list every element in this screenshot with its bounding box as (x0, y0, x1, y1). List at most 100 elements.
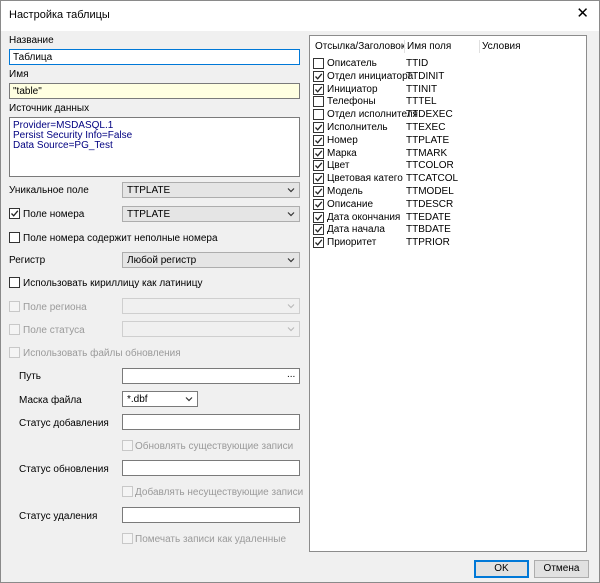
list-item[interactable]: Номер TTPLATE (310, 134, 586, 147)
window-title: Настройка таблицы (9, 9, 110, 21)
row-title: Отдел исполнителя (327, 109, 418, 121)
check-icon (315, 73, 323, 80)
check-icon (315, 239, 323, 246)
update-status-input[interactable] (122, 460, 300, 476)
row-field-name: TTDINIT (406, 70, 445, 82)
alias-label: Имя (9, 69, 29, 80)
update-files-label: Использовать файлы обновления (23, 348, 181, 359)
add-status-input[interactable] (122, 414, 300, 430)
row-title: Модель (327, 186, 363, 197)
check-icon (315, 213, 323, 221)
column-header-field[interactable]: Имя поля (407, 41, 451, 52)
row-checkbox[interactable] (313, 134, 324, 146)
column-divider (479, 40, 480, 53)
check-icon (315, 137, 323, 144)
row-title: Цвет (327, 160, 350, 172)
cancel-button[interactable]: Отмена (534, 560, 589, 578)
list-item[interactable]: Отдел инициатора TTDINIT (310, 70, 586, 83)
dialog-window: Настройка таблицы ✕ Название Таблица Имя… (0, 0, 600, 583)
mask-select[interactable]: *.dbf (122, 391, 198, 407)
region-label: Поле региона (23, 302, 87, 313)
name-label: Название (9, 35, 54, 46)
alias-input[interactable]: "table" (9, 83, 300, 99)
row-checkbox[interactable] (313, 83, 324, 95)
path-input[interactable] (122, 368, 300, 384)
row-field-name: TTBDATE (406, 224, 451, 236)
row-title: Описание (327, 198, 374, 210)
number-field-label: Поле номера (23, 209, 85, 220)
list-item[interactable]: Инициатор TTINIT (310, 83, 586, 96)
list-item[interactable]: Цвет TTCOLOR (310, 159, 586, 172)
list-item[interactable]: Отдел исполнителя TTDEXEC (310, 108, 586, 121)
delete-status-label: Статус удаления (19, 511, 98, 522)
register-label: Регистр (9, 255, 46, 266)
chevron-down-icon (185, 397, 193, 402)
list-item[interactable]: Марка TTMARK (310, 147, 586, 160)
list-item[interactable]: Исполнитель TTEXEC (310, 121, 586, 134)
row-title: Цветовая катего (327, 173, 403, 185)
row-title: Отдел инициатора (327, 70, 414, 82)
row-checkbox[interactable] (313, 70, 324, 82)
row-checkbox[interactable] (313, 211, 324, 223)
register-select[interactable]: Любой регистр (122, 252, 300, 268)
name-input[interactable]: Таблица (9, 49, 300, 65)
number-field-select[interactable]: TTPLATE (122, 206, 300, 222)
row-field-name: TTEDATE (406, 211, 451, 223)
fields-list[interactable]: Отсылка/Заголовок Имя поля Условия Описа… (309, 35, 587, 552)
list-item[interactable]: Дата окончания TTEDATE (310, 211, 586, 224)
datasource-textarea[interactable]: Provider=MSDASQL.1 Persist Security Info… (9, 117, 300, 177)
number-field-value: TTPLATE (127, 209, 171, 220)
cyrillic-checkbox[interactable] (9, 277, 20, 288)
update-files-checkbox[interactable] (9, 347, 20, 358)
row-checkbox[interactable] (313, 198, 324, 210)
list-item[interactable]: Модель TTMODEL (310, 185, 586, 198)
mark-deleted-checkbox[interactable] (122, 533, 133, 544)
ok-button[interactable]: OK (474, 560, 529, 578)
close-icon[interactable]: ✕ (576, 6, 589, 21)
row-field-name: TTID (406, 58, 429, 69)
list-item[interactable]: Цветовая катего TTCATCOL (310, 172, 586, 185)
row-title: Исполнитель (327, 122, 388, 133)
row-checkbox[interactable] (313, 160, 324, 172)
row-field-name: TTEXEC (406, 122, 446, 133)
register-value: Любой регистр (127, 255, 197, 266)
region-checkbox[interactable] (9, 301, 20, 312)
list-item[interactable]: Описание TTDESCR (310, 198, 586, 211)
row-checkbox[interactable] (313, 186, 324, 197)
row-checkbox[interactable] (313, 122, 324, 133)
row-field-name: TTDESCR (406, 198, 454, 210)
delete-status-input[interactable] (122, 507, 300, 523)
list-item[interactable]: Телефоны TTTEL (310, 95, 586, 108)
row-title: Дата окончания (327, 211, 401, 223)
row-checkbox[interactable] (313, 96, 324, 108)
chevron-down-icon (287, 212, 295, 217)
row-checkbox[interactable] (313, 224, 324, 236)
cyrillic-label: Использовать кириллицу как латиницу (23, 278, 203, 289)
add-missing-checkbox[interactable] (122, 486, 133, 497)
column-header-title[interactable]: Отсылка/Заголовок (315, 41, 405, 52)
check-icon (315, 149, 323, 157)
chevron-down-icon (287, 304, 295, 309)
list-item[interactable]: Описатель TTID (310, 57, 586, 70)
row-field-name: TTMARK (406, 147, 448, 159)
status-field-checkbox[interactable] (9, 324, 20, 335)
status-field-select[interactable] (122, 321, 300, 337)
row-checkbox[interactable] (313, 147, 324, 159)
list-item[interactable]: Приоритет TTPRIOR (310, 236, 586, 249)
update-existing-checkbox[interactable] (122, 440, 133, 451)
region-select[interactable] (122, 298, 300, 314)
datasource-label: Источник данных (9, 103, 90, 114)
row-title: Приоритет (327, 237, 377, 249)
row-checkbox[interactable] (313, 58, 324, 69)
row-field-name: TTINIT (406, 83, 438, 95)
partial-numbers-checkbox[interactable] (9, 232, 20, 243)
unique-field-select[interactable]: TTPLATE (122, 182, 300, 198)
number-field-checkbox[interactable] (9, 208, 20, 219)
row-checkbox[interactable] (313, 237, 324, 249)
row-field-name: TTCOLOR (406, 160, 454, 172)
list-item[interactable]: Дата начала TTBDATE (310, 223, 586, 236)
browse-button[interactable]: ... (287, 369, 295, 380)
row-checkbox[interactable] (313, 109, 324, 121)
column-header-conditions[interactable]: Условия (482, 41, 521, 52)
row-checkbox[interactable] (313, 173, 324, 185)
